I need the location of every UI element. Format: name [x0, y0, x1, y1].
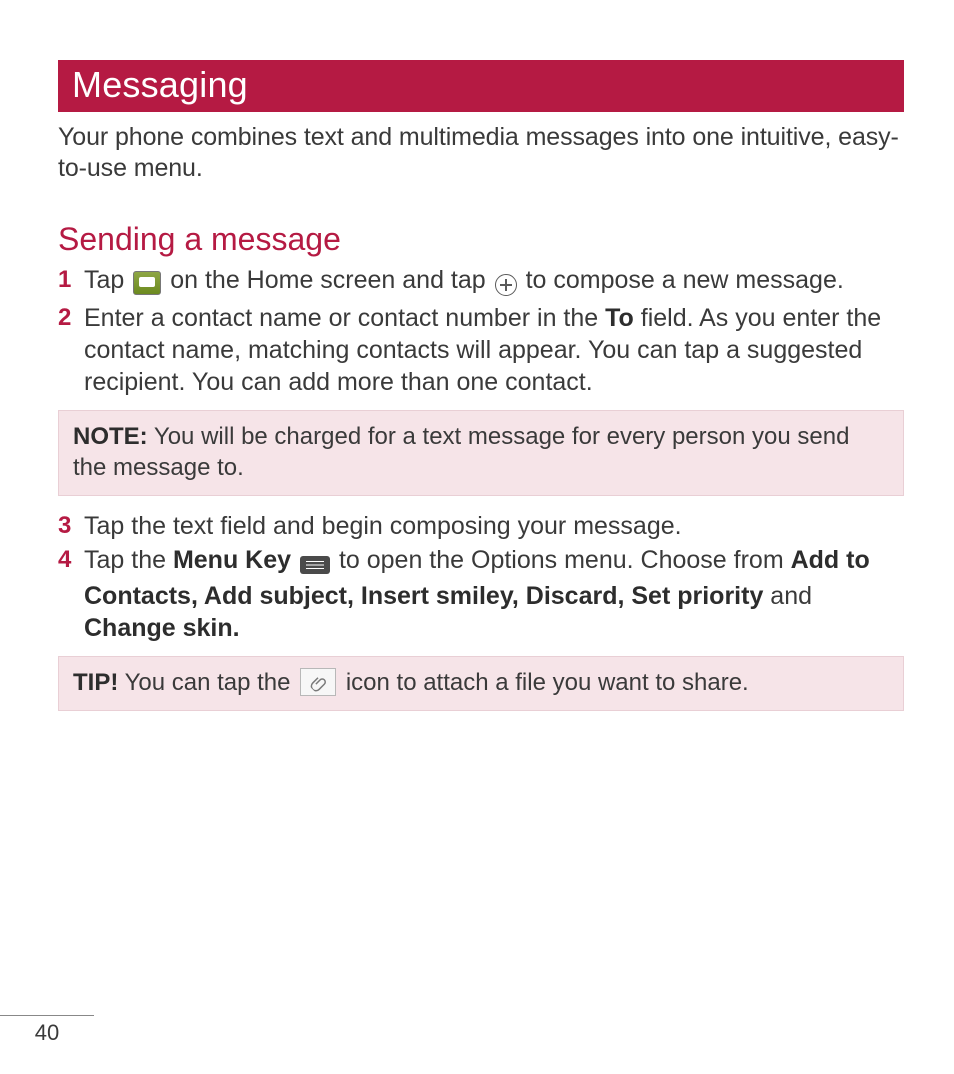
step-number: 2 — [58, 302, 82, 334]
step-body: Tap on the Home screen and tap to compos… — [84, 264, 904, 300]
page-title-bar: Messaging — [58, 60, 904, 112]
tip-text-pre: You can tap the — [118, 669, 297, 696]
step-3: 3 Tap the text field and begin composing… — [58, 510, 904, 542]
note-text: You will be charged for a text message f… — [73, 423, 849, 481]
step-text-pre: Tap the — [84, 546, 173, 574]
step-text-pre: Enter a contact name or contact number i… — [84, 304, 605, 332]
attach-paperclip-icon — [300, 668, 336, 696]
intro-paragraph: Your phone combines text and multimedia … — [58, 122, 904, 185]
step-body: Enter a contact name or contact number i… — [84, 302, 904, 398]
messaging-app-icon — [133, 268, 161, 300]
note-callout: NOTE: You will be charged for a text mes… — [58, 410, 904, 496]
to-field-label: To — [605, 304, 634, 332]
compose-plus-icon — [495, 268, 517, 300]
page-number: 40 — [0, 1015, 94, 1046]
page-number-value: 40 — [35, 1020, 59, 1045]
step-body: Tap the Menu Key to open the Options men… — [84, 544, 904, 644]
manual-page: Messaging Your phone combines text and m… — [0, 0, 954, 1074]
step-list: 1 Tap on the Home screen and tap to comp… — [58, 264, 904, 398]
step-list-cont: 3 Tap the text field and begin composing… — [58, 510, 904, 644]
step-text-post: to compose a new message. — [519, 266, 844, 294]
menu-key-icon — [300, 548, 330, 580]
step-text-mid: on the Home screen and tap — [163, 266, 492, 294]
step-2: 2 Enter a contact name or contact number… — [58, 302, 904, 398]
step-1: 1 Tap on the Home screen and tap to comp… — [58, 264, 904, 300]
step-text-and: and — [763, 582, 812, 610]
step-number: 3 — [58, 510, 82, 542]
note-label: NOTE: — [73, 423, 148, 450]
step-text-pre: Tap — [84, 266, 131, 294]
menu-last-option: Change skin. — [84, 614, 240, 642]
step-text-mid: to open the Options menu. Choose from — [332, 546, 791, 574]
tip-callout: TIP! You can tap the icon to attach a fi… — [58, 656, 904, 711]
step-number: 4 — [58, 544, 82, 576]
page-title: Messaging — [72, 64, 248, 105]
tip-label: TIP! — [73, 669, 118, 696]
step-4: 4 Tap the Menu Key to open the Options m… — [58, 544, 904, 644]
tip-text-post: icon to attach a file you want to share. — [339, 669, 749, 696]
menu-key-label: Menu Key — [173, 546, 291, 574]
step-body: Tap the text field and begin composing y… — [84, 510, 904, 542]
step-number: 1 — [58, 264, 82, 296]
section-heading: Sending a message — [58, 221, 904, 258]
